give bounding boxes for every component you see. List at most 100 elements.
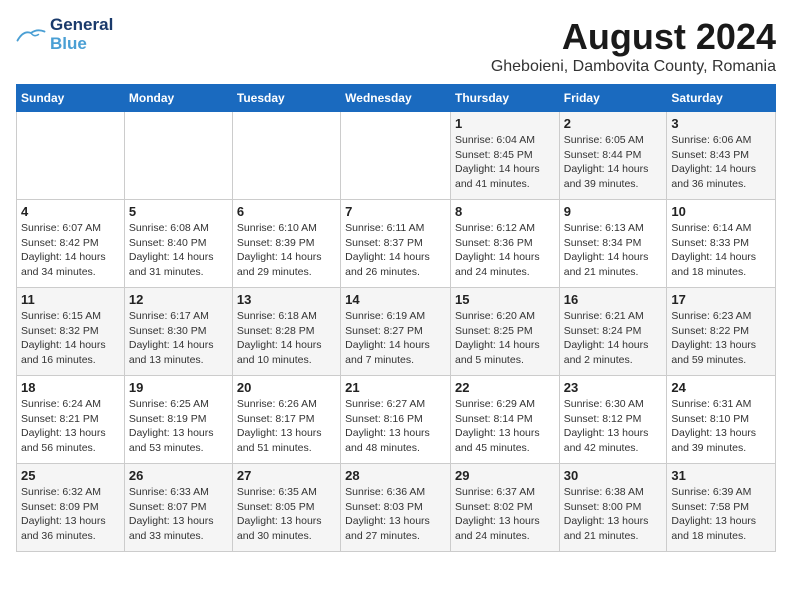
weekday-header-friday: Friday [559,85,667,112]
day-number: 5 [129,204,228,219]
calendar-cell: 13 Sunrise: 6:18 AM Sunset: 8:28 PM Dayli… [232,288,340,376]
calendar-cell: 18 Sunrise: 6:24 AM Sunset: 8:21 PM Dayli… [17,376,125,464]
day-number: 11 [21,292,120,307]
weekday-header-thursday: Thursday [450,85,559,112]
calendar-cell: 6 Sunrise: 6:10 AM Sunset: 8:39 PM Daylig… [232,200,340,288]
calendar-cell [341,112,451,200]
day-number: 10 [671,204,771,219]
calendar-week-5: 25 Sunrise: 6:32 AM Sunset: 8:09 PM Dayli… [17,464,776,552]
calendar-cell: 26Sunrise: 6:33 AM Sunset: 8:07 PM Dayli… [124,464,232,552]
day-info: Sunrise: 6:17 AM Sunset: 8:30 PM Dayligh… [129,309,228,368]
day-number: 6 [237,204,336,219]
calendar-cell [232,112,340,200]
day-info: Sunrise: 6:05 AM Sunset: 8:44 PM Dayligh… [564,133,663,192]
day-number: 7 [345,204,446,219]
logo-icon [16,27,46,45]
calendar-cell: 3Sunrise: 6:06 AM Sunset: 8:43 PM Daylig… [667,112,776,200]
calendar-week-4: 18 Sunrise: 6:24 AM Sunset: 8:21 PM Dayli… [17,376,776,464]
day-info: Sunrise: 6:32 AM Sunset: 8:09 PM Dayligh… [21,485,120,544]
weekday-header-tuesday: Tuesday [232,85,340,112]
day-info: Sunrise: 6:33 AM Sunset: 8:07 PM Dayligh… [129,485,228,544]
weekday-header-monday: Monday [124,85,232,112]
calendar-cell: 21Sunrise: 6:27 AM Sunset: 8:16 PM Dayli… [341,376,451,464]
weekday-header-wednesday: Wednesday [341,85,451,112]
calendar-header: SundayMondayTuesdayWednesdayThursdayFrid… [17,85,776,112]
day-info: Sunrise: 6:38 AM Sunset: 8:00 PM Dayligh… [564,485,663,544]
day-info: Sunrise: 6:07 AM Sunset: 8:42 PM Dayligh… [21,221,120,280]
calendar-cell: 15 Sunrise: 6:20 AM Sunset: 8:25 PM Dayli… [450,288,559,376]
main-title: August 2024 [491,16,776,58]
day-number: 15 [455,292,555,307]
day-number: 25 [21,468,120,483]
calendar-week-3: 11 Sunrise: 6:15 AM Sunset: 8:32 PM Dayli… [17,288,776,376]
calendar-cell: 8 Sunrise: 6:12 AM Sunset: 8:36 PM Daylig… [450,200,559,288]
calendar-cell: 14 Sunrise: 6:19 AM Sunset: 8:27 PM Dayli… [341,288,451,376]
calendar-cell [124,112,232,200]
day-info: Sunrise: 6:20 AM Sunset: 8:25 PM Dayligh… [455,309,555,368]
calendar-cell: 27Sunrise: 6:35 AM Sunset: 8:05 PM Dayli… [232,464,340,552]
day-number: 12 [129,292,228,307]
calendar-cell: 10 Sunrise: 6:14 AM Sunset: 8:33 PM Dayli… [667,200,776,288]
day-info: Sunrise: 6:13 AM Sunset: 8:34 PM Dayligh… [564,221,663,280]
day-number: 13 [237,292,336,307]
day-info: Sunrise: 6:10 AM Sunset: 8:39 PM Dayligh… [237,221,336,280]
day-info: Sunrise: 6:36 AM Sunset: 8:03 PM Dayligh… [345,485,446,544]
day-info: Sunrise: 6:24 AM Sunset: 8:21 PM Dayligh… [21,397,120,456]
day-number: 31 [671,468,771,483]
calendar-cell: 29 Sunrise: 6:37 AM Sunset: 8:02 PM Dayli… [450,464,559,552]
calendar-cell [17,112,125,200]
day-info: Sunrise: 6:37 AM Sunset: 8:02 PM Dayligh… [455,485,555,544]
calendar-cell: 5Sunrise: 6:08 AM Sunset: 8:40 PM Daylig… [124,200,232,288]
day-info: Sunrise: 6:19 AM Sunset: 8:27 PM Dayligh… [345,309,446,368]
day-info: Sunrise: 6:11 AM Sunset: 8:37 PM Dayligh… [345,221,446,280]
day-info: Sunrise: 6:18 AM Sunset: 8:28 PM Dayligh… [237,309,336,368]
calendar-cell: 2 Sunrise: 6:05 AM Sunset: 8:44 PM Daylig… [559,112,667,200]
day-info: Sunrise: 6:15 AM Sunset: 8:32 PM Dayligh… [21,309,120,368]
logo-text-general: General [50,16,113,35]
calendar-cell: 22Sunrise: 6:29 AM Sunset: 8:14 PM Dayli… [450,376,559,464]
day-number: 8 [455,204,555,219]
calendar-cell: 12 Sunrise: 6:17 AM Sunset: 8:30 PM Dayli… [124,288,232,376]
calendar-week-2: 4 Sunrise: 6:07 AM Sunset: 8:42 PM Daylig… [17,200,776,288]
calendar-table: SundayMondayTuesdayWednesdayThursdayFrid… [16,84,776,552]
day-number: 20 [237,380,336,395]
day-number: 23 [564,380,663,395]
calendar-cell: 19 Sunrise: 6:25 AM Sunset: 8:19 PM Dayli… [124,376,232,464]
day-number: 17 [671,292,771,307]
calendar-cell: 1Sunrise: 6:04 AM Sunset: 8:45 PM Daylig… [450,112,559,200]
day-info: Sunrise: 6:23 AM Sunset: 8:22 PM Dayligh… [671,309,771,368]
day-number: 4 [21,204,120,219]
day-info: Sunrise: 6:25 AM Sunset: 8:19 PM Dayligh… [129,397,228,456]
calendar-cell: 28 Sunrise: 6:36 AM Sunset: 8:03 PM Dayli… [341,464,451,552]
day-number: 29 [455,468,555,483]
calendar-cell: 31 Sunrise: 6:39 AM Sunset: 7:58 PM Dayli… [667,464,776,552]
calendar-cell: 20 Sunrise: 6:26 AM Sunset: 8:17 PM Dayli… [232,376,340,464]
calendar-body: 1Sunrise: 6:04 AM Sunset: 8:45 PM Daylig… [17,112,776,552]
calendar-cell: 24Sunrise: 6:31 AM Sunset: 8:10 PM Dayli… [667,376,776,464]
calendar-cell: 25 Sunrise: 6:32 AM Sunset: 8:09 PM Dayli… [17,464,125,552]
day-number: 30 [564,468,663,483]
subtitle: Gheboieni, Dambovita County, Romania [491,58,776,76]
day-number: 3 [671,116,771,131]
day-info: Sunrise: 6:14 AM Sunset: 8:33 PM Dayligh… [671,221,771,280]
day-number: 28 [345,468,446,483]
day-number: 19 [129,380,228,395]
day-number: 2 [564,116,663,131]
day-number: 9 [564,204,663,219]
day-info: Sunrise: 6:39 AM Sunset: 7:58 PM Dayligh… [671,485,771,544]
day-number: 18 [21,380,120,395]
day-info: Sunrise: 6:26 AM Sunset: 8:17 PM Dayligh… [237,397,336,456]
calendar-cell: 11 Sunrise: 6:15 AM Sunset: 8:32 PM Dayli… [17,288,125,376]
day-number: 24 [671,380,771,395]
day-number: 27 [237,468,336,483]
day-info: Sunrise: 6:29 AM Sunset: 8:14 PM Dayligh… [455,397,555,456]
day-info: Sunrise: 6:12 AM Sunset: 8:36 PM Dayligh… [455,221,555,280]
weekday-header-row: SundayMondayTuesdayWednesdayThursdayFrid… [17,85,776,112]
day-number: 14 [345,292,446,307]
weekday-header-sunday: Sunday [17,85,125,112]
day-number: 1 [455,116,555,131]
page-header: General Blue August 2024 Gheboieni, Damb… [16,16,776,76]
day-info: Sunrise: 6:30 AM Sunset: 8:12 PM Dayligh… [564,397,663,456]
calendar-week-1: 1Sunrise: 6:04 AM Sunset: 8:45 PM Daylig… [17,112,776,200]
day-number: 16 [564,292,663,307]
